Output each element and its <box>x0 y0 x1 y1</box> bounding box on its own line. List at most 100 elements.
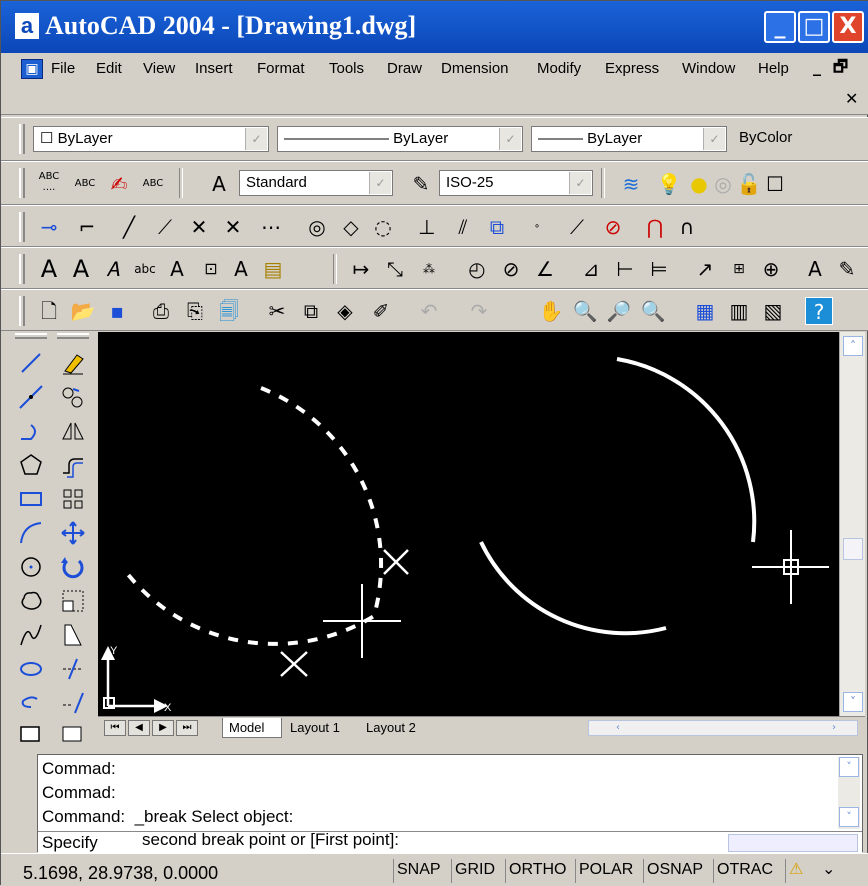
menu-format[interactable]: Format <box>257 59 305 79</box>
osnap-toggle[interactable]: OSNAP <box>643 859 706 883</box>
ortho-toggle[interactable]: ORTHO <box>505 859 569 883</box>
autocad-app-icon[interactable]: a <box>15 13 39 39</box>
dim-aligned-icon[interactable]: ⤡ <box>381 255 409 283</box>
menu-dimension[interactable]: Dmension <box>441 59 509 79</box>
zoom-realtime-icon[interactable]: 🔍 <box>571 297 599 325</box>
snap-center-icon[interactable]: ◎ <box>303 213 331 241</box>
snap-quadrant-icon[interactable]: ◇ <box>337 213 365 241</box>
toolbar-grip[interactable] <box>57 333 89 339</box>
menu-view[interactable]: View <box>143 59 175 79</box>
chevron-down-icon[interactable]: ✓ <box>499 128 521 150</box>
snap-endpoint-icon[interactable]: ╱ <box>115 213 143 241</box>
dim-baseline-icon[interactable]: ⊢ <box>611 255 639 283</box>
plot-icon[interactable]: ⎙ <box>147 297 175 325</box>
cut-icon[interactable]: ✂ <box>263 297 291 325</box>
scroll-left-icon[interactable]: ‹ <box>609 721 627 735</box>
scroll-up-icon[interactable]: ˄ <box>843 336 863 356</box>
insert-block-icon[interactable] <box>17 721 45 749</box>
snap-magnet-icon[interactable]: ∩ <box>673 213 701 241</box>
chevron-down-icon[interactable]: ✓ <box>245 128 267 150</box>
drawing-canvas[interactable]: Y X <box>98 332 839 716</box>
document-close-button[interactable]: ✕ <box>845 89 858 109</box>
text-edit-icon[interactable]: 𝐴 <box>99 255 127 283</box>
revision-cloud-icon[interactable] <box>17 587 45 615</box>
toolbar-grip[interactable] <box>19 254 25 284</box>
menu-help[interactable]: Help <box>758 59 789 79</box>
chevron-down-icon[interactable]: ✓ <box>369 172 391 194</box>
undo-icon[interactable]: ↶ <box>415 297 443 325</box>
drawing-area[interactable]: Y X <box>98 332 839 716</box>
text-style-icon[interactable]: A <box>205 170 233 198</box>
text-arc-icon[interactable]: ABC <box>139 170 167 198</box>
plot-preview-icon[interactable]: ⎘ <box>181 297 209 325</box>
snap-perpendicular-icon[interactable]: ⊥ <box>413 213 441 241</box>
new-file-icon[interactable]: 🗋 <box>35 297 63 325</box>
open-file-icon[interactable]: 📂 <box>69 297 97 325</box>
spell-check-icon[interactable]: ✍ <box>105 170 133 198</box>
menu-edit[interactable]: Edit <box>96 59 122 79</box>
dim-linear-icon[interactable]: ↦ <box>347 255 375 283</box>
dim-diameter-icon[interactable]: ⊘ <box>497 255 525 283</box>
offset-icon[interactable] <box>59 451 87 479</box>
snap-none-icon[interactable]: ⊘ <box>599 213 627 241</box>
help-icon[interactable]: ? <box>805 297 833 325</box>
spell-check-icon[interactable]: abc <box>131 255 159 283</box>
tab-model[interactable]: Model <box>222 718 282 738</box>
edit-text-icon[interactable]: ABC <box>71 170 99 198</box>
toolbar-grip[interactable] <box>19 124 25 154</box>
dim-quick-icon[interactable]: ⊿ <box>577 255 605 283</box>
minimize-button[interactable]: _ <box>764 11 796 43</box>
snap-nearest-icon[interactable]: ⟋ <box>563 213 591 241</box>
dim-angular-icon[interactable]: ∠ <box>531 255 559 283</box>
command-prompt[interactable]: Specify second break point or [First poi… <box>38 830 862 853</box>
stretch-icon[interactable] <box>59 621 87 649</box>
snap-parallel-icon[interactable]: ⫽ <box>449 213 477 241</box>
communication-center-icon[interactable]: ⚠ <box>785 859 806 883</box>
dim-edit-icon[interactable]: A <box>801 255 829 283</box>
dim-tolerance-icon[interactable]: ⊞ <box>725 255 753 283</box>
layer-combo[interactable]: ☐ ByLayer ✓ <box>33 126 269 152</box>
menu-insert[interactable]: Insert <box>195 59 233 79</box>
ellipse-arc-icon[interactable] <box>17 689 45 717</box>
command-vertical-scrollbar[interactable]: ˅ ˅ <box>838 757 860 829</box>
polyline-icon[interactable] <box>17 417 45 445</box>
dim-radius-icon[interactable]: ◴ <box>463 255 491 283</box>
dim-leader-icon[interactable]: ↗ <box>691 255 719 283</box>
rotate-icon[interactable] <box>59 553 87 581</box>
toolbar-grip[interactable] <box>19 212 25 242</box>
status-menu-chevron-down-icon[interactable]: ⌄ <box>819 859 838 883</box>
temp-tracking-icon[interactable]: ⊸ <box>35 213 63 241</box>
linetype-combo[interactable]: ——————— ByLayer ✓ <box>277 126 523 152</box>
scroll-right-icon[interactable]: › <box>825 721 843 735</box>
drawing-horizontal-scrollbar[interactable]: ‹ › <box>588 720 858 736</box>
polar-toggle[interactable]: POLAR <box>575 859 636 883</box>
text-style-combo[interactable]: Standard ✓ <box>239 170 393 196</box>
close-button[interactable]: X <box>832 11 864 43</box>
tool-palettes-icon[interactable]: ▧ <box>759 297 787 325</box>
tab-last-icon[interactable]: ⏭ <box>176 720 198 736</box>
zoom-previous-icon[interactable]: 🔍 <box>639 297 667 325</box>
lineweight-combo[interactable]: ——— ByLayer ✓ <box>531 126 727 152</box>
move-icon[interactable] <box>59 519 87 547</box>
layer-lock-icon[interactable]: 🔓 <box>735 170 763 198</box>
erase-icon[interactable] <box>59 349 87 377</box>
copy-object-icon[interactable] <box>59 383 87 411</box>
toolbar-grip[interactable] <box>15 333 47 339</box>
polygon-icon[interactable] <box>17 451 45 479</box>
chevron-down-icon[interactable]: ✓ <box>569 172 591 194</box>
layer-viewport-icon[interactable]: ◎ <box>709 170 737 198</box>
maximize-button[interactable]: □ <box>798 11 830 43</box>
command-horizontal-scrollbar[interactable] <box>728 834 858 852</box>
tab-layout-1[interactable]: Layout 1 <box>290 718 340 738</box>
arc-icon[interactable] <box>17 519 45 547</box>
match-properties-icon[interactable]: ✐ <box>367 297 395 325</box>
osnap-settings-icon[interactable]: ⋂ <box>641 213 669 241</box>
document-icon[interactable]: ▣ <box>21 59 43 79</box>
scroll-down-icon[interactable]: ˅ <box>839 807 859 827</box>
extend-icon[interactable] <box>59 689 87 717</box>
snap-apparent-intersection-icon[interactable]: ✕ <box>219 213 247 241</box>
tab-first-icon[interactable]: ⏮ <box>104 720 126 736</box>
chevron-down-icon[interactable]: ✓ <box>703 128 725 150</box>
break-icon[interactable] <box>59 721 87 749</box>
trim-icon[interactable] <box>59 655 87 683</box>
